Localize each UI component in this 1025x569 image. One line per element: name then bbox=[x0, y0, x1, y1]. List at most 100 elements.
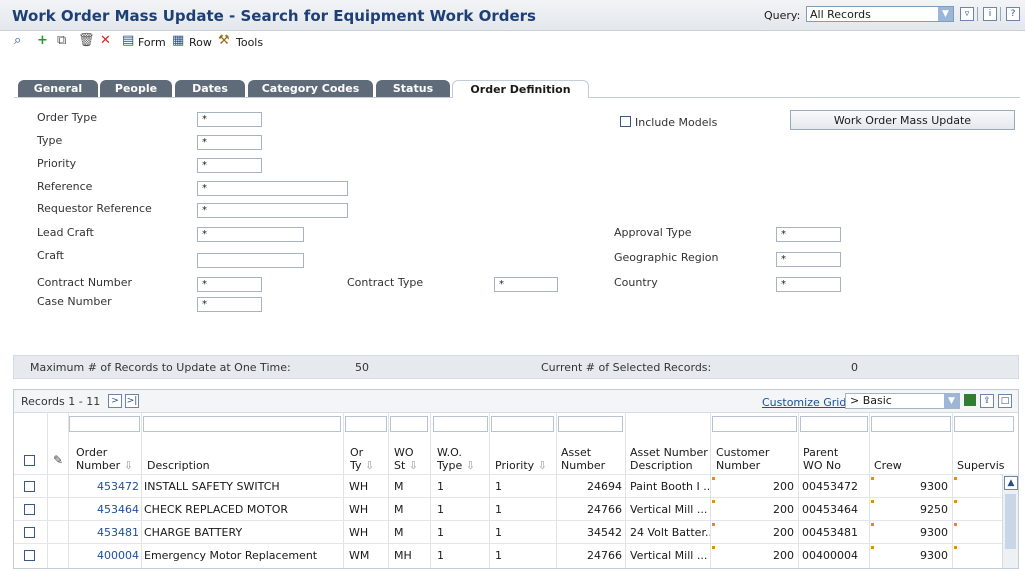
crew-cell: 9300 bbox=[920, 480, 948, 493]
contract-type-field[interactable]: * bbox=[494, 277, 558, 292]
contract-number-field[interactable]: * bbox=[197, 277, 262, 292]
craft-label: Craft bbox=[37, 249, 64, 262]
description-cell: INSTALL SAFETY SWITCH bbox=[144, 480, 280, 493]
lead-craft-field[interactable]: * bbox=[197, 227, 304, 242]
delete-icon[interactable]: 🗑 bbox=[78, 33, 95, 48]
tools-icon[interactable]: ⚒ bbox=[218, 33, 230, 48]
col-parent-wo[interactable]: Parent WO No bbox=[803, 446, 841, 472]
row-checkbox[interactable] bbox=[24, 527, 35, 538]
country-field[interactable]: * bbox=[776, 277, 841, 292]
case-number-field[interactable]: * bbox=[197, 297, 262, 312]
qbe-priority[interactable] bbox=[491, 416, 554, 432]
order-number-cell[interactable]: 400004 bbox=[69, 544, 139, 567]
col-priority[interactable]: Priority ⇩ bbox=[495, 459, 547, 472]
required-marker bbox=[712, 546, 715, 549]
or-ty-cell: WH bbox=[349, 526, 369, 539]
qbe-asset-number[interactable] bbox=[558, 416, 623, 432]
tools-menu[interactable]: Tools bbox=[236, 36, 263, 49]
qbe-crew[interactable] bbox=[871, 416, 951, 432]
maximize-icon[interactable]: □ bbox=[998, 394, 1012, 408]
col-asset-number[interactable]: Asset Number bbox=[561, 446, 605, 472]
qbe-wo-type[interactable] bbox=[433, 416, 488, 432]
wo-st-cell: MH bbox=[394, 549, 412, 562]
qbe-or-ty[interactable] bbox=[345, 416, 387, 432]
col-wo-type[interactable]: W.O. Type ⇩ bbox=[437, 446, 475, 472]
qbe-order-number[interactable] bbox=[69, 416, 140, 432]
wo-type-cell: 1 bbox=[437, 503, 444, 516]
type-field[interactable]: * bbox=[197, 135, 262, 150]
requestor-reference-field[interactable]: * bbox=[197, 203, 348, 218]
chevron-down-icon[interactable]: ▼ bbox=[944, 394, 959, 408]
tab-dates[interactable]: Dates bbox=[175, 80, 245, 97]
tab-general[interactable]: General bbox=[18, 80, 98, 97]
filter-icon[interactable]: ▿ bbox=[960, 7, 974, 21]
close-icon[interactable]: ✕ bbox=[100, 33, 111, 48]
col-asset-description[interactable]: Asset Number Description bbox=[630, 446, 708, 472]
scroll-thumb[interactable] bbox=[1005, 494, 1016, 549]
tab-people[interactable]: People bbox=[100, 80, 172, 97]
help-icon[interactable]: ? bbox=[1006, 7, 1020, 21]
grid-format-select[interactable]: > Basic ▼ bbox=[845, 393, 960, 409]
col-crew[interactable]: Crew bbox=[874, 459, 902, 472]
craft-field[interactable] bbox=[197, 253, 304, 268]
col-or-ty[interactable]: Or Ty ⇩ bbox=[350, 446, 374, 472]
order-number-cell[interactable]: 453481 bbox=[69, 521, 139, 544]
include-models-checkbox[interactable] bbox=[620, 116, 631, 127]
col-supervisor[interactable]: Supervis bbox=[957, 459, 1005, 472]
table-row[interactable]: 453472 INSTALL SAFETY SWITCH WH M 1 1 24694 Pai… bbox=[14, 474, 1004, 498]
col-wo-st[interactable]: WO St ⇩ bbox=[394, 446, 418, 472]
form-menu[interactable]: Form bbox=[138, 36, 166, 49]
next-page-icon[interactable]: > bbox=[108, 394, 122, 408]
info-icon[interactable]: i bbox=[983, 7, 997, 21]
row-icon[interactable]: ▦ bbox=[172, 33, 184, 48]
col-description[interactable]: Description bbox=[147, 459, 210, 472]
or-ty-cell: WH bbox=[349, 503, 369, 516]
results-grid: Records 1 - 11 > >| Customize Grid > Bas… bbox=[13, 389, 1019, 569]
find-icon[interactable]: ⌕ bbox=[14, 33, 21, 48]
qbe-wo-st[interactable] bbox=[390, 416, 428, 432]
copy-icon[interactable]: ⧉ bbox=[57, 33, 66, 48]
table-row[interactable]: 400004 Emergency Motor Replacement WM MH 1 1 2… bbox=[14, 543, 1004, 567]
order-number-cell[interactable]: 453464 bbox=[69, 498, 139, 521]
customize-grid-link[interactable]: Customize Grid bbox=[762, 396, 846, 409]
form-icon[interactable]: ▤ bbox=[122, 33, 134, 48]
add-icon[interactable]: + bbox=[37, 33, 48, 48]
customer-number-cell: 200 bbox=[773, 480, 794, 493]
tab-order-definition[interactable]: Order Definition bbox=[452, 80, 589, 98]
geographic-region-field[interactable]: * bbox=[776, 252, 841, 267]
col-order-number[interactable]: Order Number ⇩ bbox=[76, 446, 133, 472]
order-number-cell[interactable]: 453472 bbox=[69, 475, 139, 498]
asset-number-cell: 24766 bbox=[587, 549, 622, 562]
last-page-icon[interactable]: >| bbox=[125, 394, 139, 408]
export-icon[interactable]: ⇪ bbox=[980, 394, 994, 408]
query-select[interactable]: All Records ▼ bbox=[806, 6, 954, 22]
qbe-parent-wo[interactable] bbox=[800, 416, 868, 432]
work-order-mass-update-button[interactable]: Work Order Mass Update bbox=[790, 110, 1015, 130]
crew-cell: 9300 bbox=[920, 526, 948, 539]
description-cell: CHARGE BATTERY bbox=[144, 526, 243, 539]
qbe-customer-number[interactable] bbox=[712, 416, 797, 432]
save-icon[interactable] bbox=[964, 394, 976, 406]
col-customer-number[interactable]: Customer Number bbox=[716, 446, 769, 472]
customer-number-cell: 200 bbox=[773, 503, 794, 516]
description-cell: CHECK REPLACED MOTOR bbox=[144, 503, 288, 516]
asset-description-cell: 24 Volt Batter... bbox=[630, 526, 710, 539]
priority-field[interactable]: * bbox=[197, 158, 262, 173]
approval-type-field[interactable]: * bbox=[776, 227, 841, 242]
scroll-up-icon[interactable]: ▲ bbox=[1004, 476, 1018, 490]
reference-field[interactable]: * bbox=[197, 181, 348, 196]
tab-status[interactable]: Status bbox=[376, 80, 450, 97]
table-row[interactable]: 453481 CHARGE BATTERY WH M 1 1 34542 24 Volt Ba… bbox=[14, 520, 1004, 544]
row-checkbox[interactable] bbox=[24, 550, 35, 561]
row-checkbox[interactable] bbox=[24, 504, 35, 515]
select-all-checkbox[interactable] bbox=[24, 455, 35, 466]
vertical-scrollbar[interactable]: ▲ bbox=[1002, 474, 1018, 568]
chevron-down-icon[interactable]: ▼ bbox=[938, 7, 953, 21]
row-menu[interactable]: Row bbox=[189, 36, 212, 49]
qbe-description[interactable] bbox=[143, 416, 341, 432]
qbe-supervisor[interactable] bbox=[954, 416, 1014, 432]
order-type-field[interactable]: * bbox=[197, 112, 262, 127]
table-row[interactable]: 453464 CHECK REPLACED MOTOR WH M 1 1 24766 Vert… bbox=[14, 497, 1004, 521]
row-checkbox[interactable] bbox=[24, 481, 35, 492]
tab-category-codes[interactable]: Category Codes bbox=[248, 80, 373, 97]
